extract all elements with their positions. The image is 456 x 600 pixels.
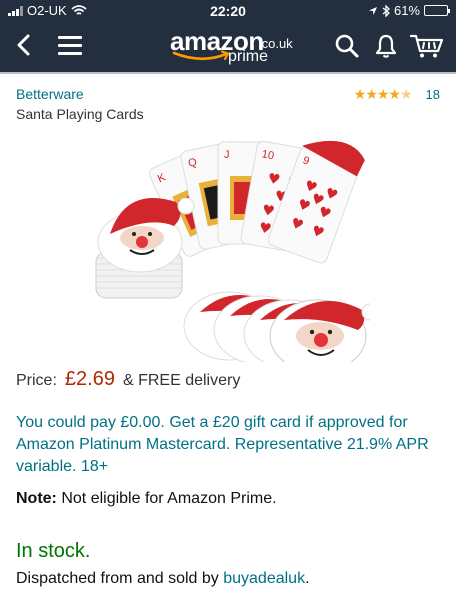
- product-title: Santa Playing Cards: [16, 106, 144, 122]
- price-value: £2.69: [64, 368, 115, 390]
- star-rating-icon: ★★★★★: [353, 86, 413, 102]
- nav-bar: amazon .co.uk prime: [0, 22, 456, 72]
- note-label: Note:: [16, 490, 57, 507]
- credit-card-offer-link[interactable]: You could pay £0.00. Get a £20 gift card…: [16, 412, 440, 478]
- prime-note: Note: Not eligible for Amazon Prime.: [16, 490, 277, 508]
- stock-status: In stock.: [16, 540, 91, 562]
- status-bar: O2-UK 22:20 61%: [0, 0, 456, 22]
- location-icon: [368, 6, 377, 15]
- svg-text:10: 10: [261, 148, 275, 162]
- rating[interactable]: ★★★★★ 18: [354, 86, 440, 103]
- dispatch-info: Dispatched from and sold by buyadealuk.: [16, 570, 310, 588]
- santa-card-stack: [95, 197, 195, 299]
- seller-link[interactable]: buyadealuk: [223, 570, 305, 587]
- dispatch-suffix: .: [305, 570, 310, 587]
- note-text: Not eligible for Amazon Prime.: [61, 490, 277, 507]
- brand-link[interactable]: Betterware: [16, 86, 84, 102]
- price-row: Price: £2.69 & FREE delivery: [16, 368, 240, 391]
- amazon-prime-logo[interactable]: amazon .co.uk prime: [170, 26, 300, 68]
- logo-prime: prime: [228, 48, 269, 65]
- delivery-text: & FREE delivery: [122, 372, 241, 389]
- app-header: O2-UK 22:20 61% amazon .co.uk prime: [0, 0, 456, 72]
- battery-percent: 61%: [393, 3, 420, 18]
- search-icon[interactable]: [334, 33, 360, 59]
- santa-card-spread: [183, 291, 370, 362]
- bell-icon[interactable]: [374, 33, 398, 59]
- dispatch-prefix: Dispatched from and sold by: [16, 570, 219, 587]
- price-label: Price:: [16, 372, 57, 389]
- back-icon[interactable]: [14, 34, 34, 56]
- battery-icon: [424, 5, 450, 16]
- review-count[interactable]: 18: [426, 87, 440, 102]
- menu-icon[interactable]: [58, 36, 82, 56]
- bluetooth-icon: [382, 4, 390, 17]
- smile-icon: [172, 50, 230, 61]
- header-divider: [0, 72, 456, 74]
- product-image[interactable]: K Q J 10 ♥♥♥♥♥♥♥ 9 ♥♥♥♥♥♥♥: [90, 126, 370, 362]
- svg-text:J: J: [224, 149, 230, 161]
- cart-icon[interactable]: [410, 33, 444, 59]
